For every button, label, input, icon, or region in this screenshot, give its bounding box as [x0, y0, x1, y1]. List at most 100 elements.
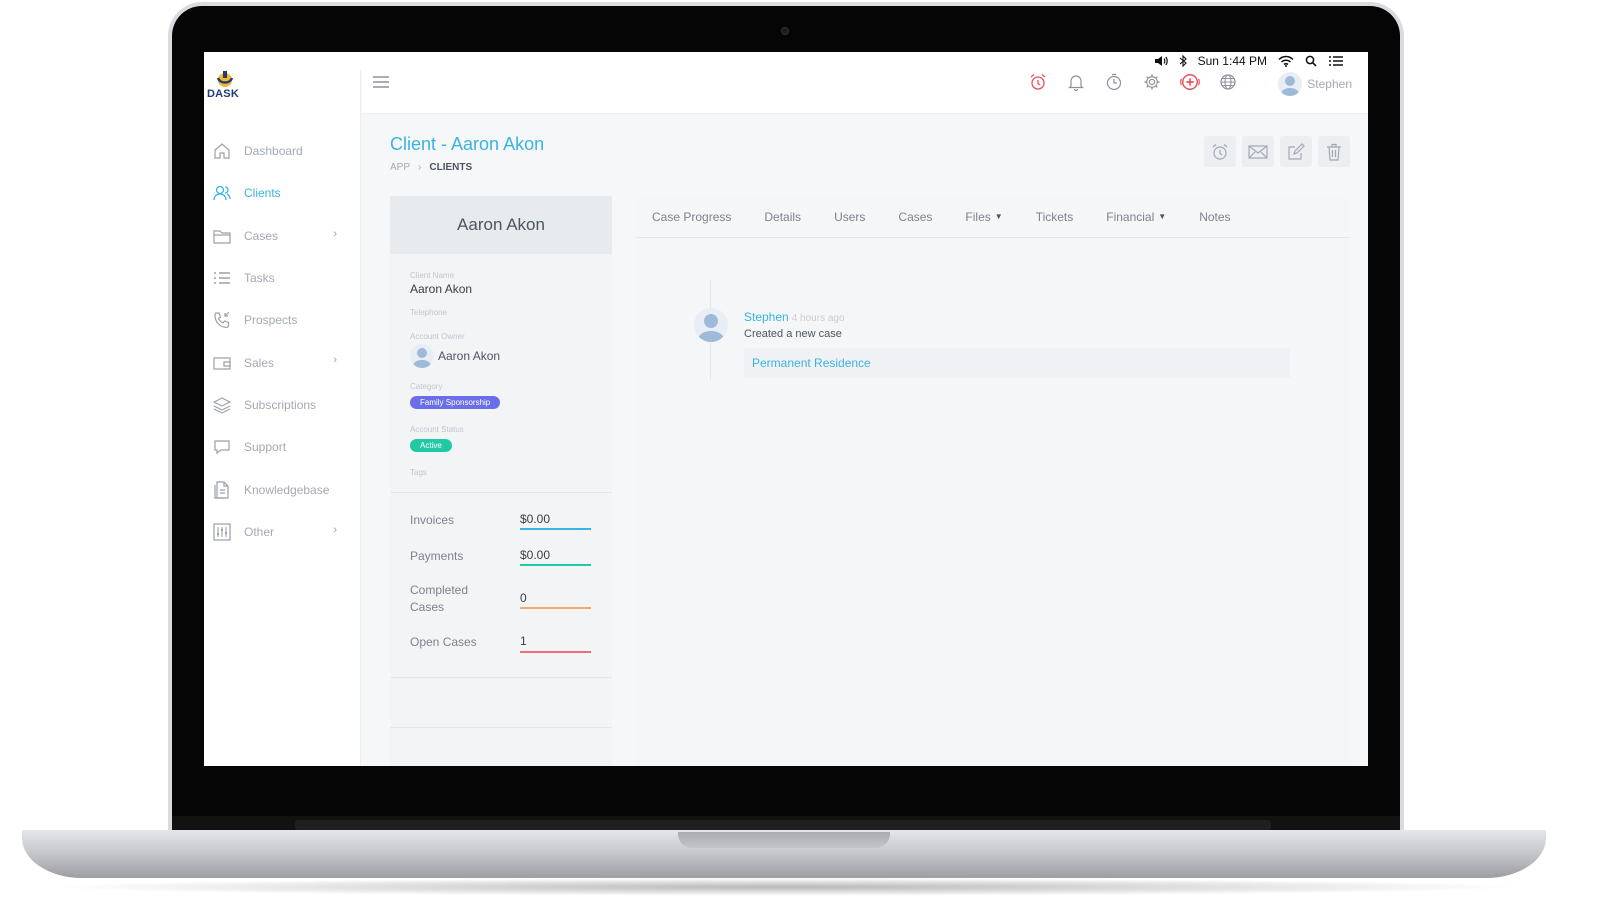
sidebar-item-label: Clients: [244, 186, 281, 201]
sidebar-item-label: Dashboard: [244, 144, 303, 159]
chevron-right-icon: ›: [333, 523, 337, 536]
sidebar-item-label: Support: [244, 440, 287, 455]
account-owner[interactable]: Aaron Akon: [410, 344, 500, 368]
tab-label: Tickets: [1035, 209, 1074, 224]
sidebar-item-label: Knowledgebase: [244, 482, 330, 497]
timeline-case-box: Permanent Residence: [744, 348, 1290, 378]
sidebar-item-knowledgebase[interactable]: Knowledgebase: [204, 468, 361, 510]
tab-label: Financial: [1106, 209, 1155, 224]
user-name: Stephen: [1307, 77, 1352, 91]
bluetooth-icon[interactable]: [1179, 55, 1187, 67]
tab-label: Users: [834, 209, 866, 224]
sidebar-item-dashboard[interactable]: Dashboard: [204, 130, 361, 172]
logo-mark-icon: [216, 71, 234, 87]
delete-icon: [1327, 143, 1341, 161]
sidebar-item-clients[interactable]: Clients: [204, 172, 361, 214]
tab-label: Details: [764, 209, 802, 224]
sidebar-item-label: Tasks: [244, 271, 275, 286]
page-title: Client - Aaron Akon: [390, 134, 545, 154]
chevron-right-icon: ›: [418, 162, 422, 173]
timeline-time: 4 hours ago: [791, 313, 845, 324]
sidebar-item-support[interactable]: Support: [204, 426, 361, 468]
reminder-button[interactable]: [1204, 136, 1236, 167]
globe-icon[interactable]: [1218, 72, 1238, 92]
laptop-shadow: [40, 878, 1530, 896]
stat-completed-cases: Completed Cases 0: [410, 582, 592, 622]
email-icon: [1248, 144, 1268, 159]
stat-bar: [520, 528, 591, 530]
phone-icon: [212, 310, 232, 330]
stat-bar: [520, 564, 591, 566]
client-tabs-panel: Case Progress Details Users Cases Files ▼…: [636, 196, 1350, 766]
stat-label: Invoices: [410, 513, 455, 527]
client-name-value: Aaron Akon: [410, 282, 473, 296]
volume-icon[interactable]: [1154, 55, 1168, 67]
sidebar-item-label: Other: [244, 524, 275, 539]
card-divider: [390, 492, 612, 493]
email-button[interactable]: [1242, 136, 1274, 167]
avatar: [694, 308, 728, 342]
tab-tickets[interactable]: Tickets: [1036, 210, 1074, 224]
delete-button[interactable]: [1318, 136, 1350, 167]
sidebar-item-prospects[interactable]: Prospects: [204, 299, 361, 341]
edit-icon: [1288, 142, 1305, 160]
add-circle-icon[interactable]: [1180, 72, 1200, 92]
breadcrumb-root[interactable]: APP: [390, 162, 410, 173]
spotlight-search-icon[interactable]: [1305, 55, 1317, 67]
stat-open-cases: Open Cases 1: [410, 634, 592, 670]
header-icon-group: [1028, 72, 1238, 92]
tab-notes[interactable]: Notes: [1199, 210, 1230, 224]
chevron-right-icon: ›: [333, 227, 337, 240]
tab-details[interactable]: Details: [764, 210, 801, 224]
sliders-icon: [212, 522, 232, 542]
tab-financial[interactable]: Financial ▼: [1106, 210, 1166, 224]
control-list-icon[interactable]: [1328, 55, 1344, 67]
case-link[interactable]: Permanent Residence: [752, 356, 871, 370]
folder-icon: [212, 226, 232, 246]
client-name-label: Client Name: [410, 271, 455, 280]
brand-logo[interactable]: DASK: [204, 70, 361, 114]
sidebar-item-cases[interactable]: Cases ›: [204, 215, 361, 257]
sidebar-item-other[interactable]: Other ›: [204, 511, 361, 553]
sidebar-item-tasks[interactable]: Tasks: [204, 257, 361, 299]
status-badge: Active: [410, 439, 452, 452]
stat-label: Completed Cases: [410, 583, 469, 614]
sidebar-item-label: Subscriptions: [244, 397, 317, 412]
timer-icon[interactable]: [1104, 72, 1124, 92]
account-status-label: Account Status: [410, 425, 464, 434]
hamburger-menu-icon[interactable]: [372, 75, 390, 94]
tab-label: Case Progress: [652, 209, 732, 224]
sidebar-item-subscriptions[interactable]: Subscriptions: [204, 384, 361, 426]
tab-cases[interactable]: Cases: [898, 210, 932, 224]
sidebar-item-label: Prospects: [244, 313, 298, 328]
chat-icon: [212, 437, 232, 457]
tab-files[interactable]: Files ▼: [965, 210, 1002, 224]
chevron-right-icon: ›: [333, 354, 337, 367]
tab-case-progress[interactable]: Case Progress: [652, 210, 731, 224]
settings-icon[interactable]: [1142, 72, 1162, 92]
stat-value: 1: [520, 634, 527, 648]
bell-icon[interactable]: [1066, 72, 1086, 92]
home-icon: [212, 141, 232, 161]
sidebar-item-sales[interactable]: Sales ›: [204, 341, 361, 383]
wifi-icon[interactable]: [1278, 55, 1294, 67]
tab-users[interactable]: Users: [834, 210, 865, 224]
main-content: Client - Aaron Akon APP › CLIENTS Aaron …: [362, 114, 1368, 766]
user-menu[interactable]: Stephen: [1278, 72, 1352, 96]
system-menubar: Sun 1:44 PM: [204, 52, 1368, 70]
page-actions: [1204, 136, 1350, 167]
stat-value: 0: [520, 591, 527, 605]
caret-down-icon: ▼: [994, 212, 1003, 221]
avatar: [1278, 72, 1303, 96]
client-profile-card: Aaron Akon Client Name Aaron Akon Teleph…: [390, 196, 612, 766]
top-header: Stephen: [362, 70, 1368, 114]
stat-bar: [520, 651, 591, 653]
alarm-clock-icon[interactable]: [1028, 72, 1048, 92]
timeline-author[interactable]: Stephen: [744, 310, 789, 324]
edit-button[interactable]: [1280, 136, 1312, 167]
wallet-icon: [212, 353, 232, 373]
tab-label: Cases: [898, 209, 933, 224]
category-label: Category: [410, 382, 443, 391]
menubar-clock[interactable]: Sun 1:44 PM: [1198, 54, 1267, 68]
stat-invoices: Invoices $0.00: [410, 512, 592, 548]
